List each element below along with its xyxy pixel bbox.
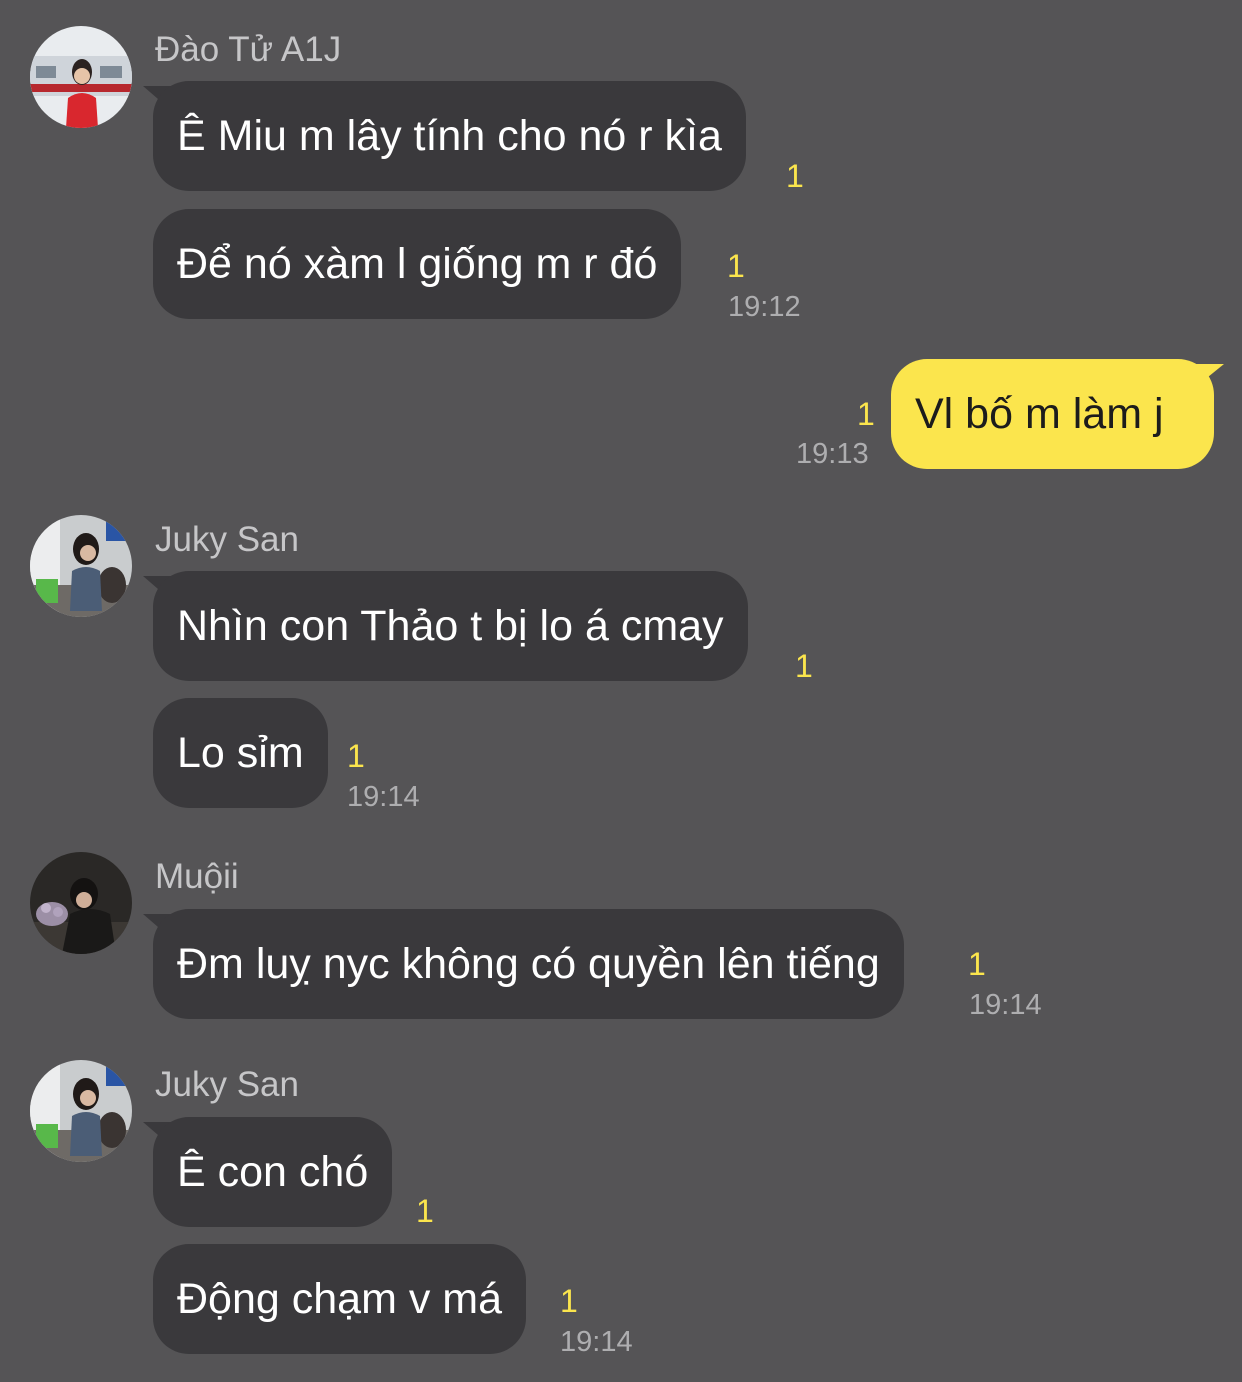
message-bubble[interactable]: Lo sỉm — [153, 698, 328, 808]
user-avatar-icon — [30, 852, 132, 954]
avatar-juky-san[interactable] — [30, 515, 132, 617]
timestamp: 19:12 — [728, 291, 801, 323]
message-bubble[interactable]: Nhìn con Thảo t bị lo á cmay — [153, 571, 748, 681]
message-bubble[interactable]: Ê Miu m lây tính cho nó r kìa — [153, 81, 746, 191]
avatar-juky-san[interactable] — [30, 1060, 132, 1162]
sender-name: Đào Tử A1J — [155, 30, 342, 69]
user-avatar-icon — [30, 26, 132, 128]
sender-name: Juky San — [155, 520, 299, 559]
timestamp: 19:14 — [347, 781, 420, 813]
message-bubble[interactable]: Đm luỵ nyc không có quyền lên tiếng — [153, 909, 904, 1019]
unread-count: 1 — [795, 648, 813, 684]
avatar-muoii[interactable] — [30, 852, 132, 954]
unread-count: 1 — [968, 946, 986, 982]
timestamp: 19:14 — [560, 1326, 633, 1358]
timestamp: 19:14 — [969, 989, 1042, 1021]
message-bubble[interactable]: Ê con chó — [153, 1117, 393, 1227]
message-bubble[interactable]: Động chạm v má — [153, 1244, 527, 1354]
unread-count: 1 — [857, 396, 875, 432]
sender-name: Juky San — [155, 1065, 299, 1104]
unread-count: 1 — [727, 248, 745, 284]
unread-count: 1 — [416, 1193, 434, 1229]
unread-count: 1 — [786, 158, 804, 194]
sender-name: Muộii — [155, 857, 239, 896]
message-bubble[interactable]: Để nó xàm l giống m r đó — [153, 209, 682, 319]
timestamp: 19:13 — [796, 438, 869, 470]
avatar-dao-tu[interactable] — [30, 26, 132, 128]
message-bubble-own[interactable]: Vl bố m làm j — [891, 359, 1214, 469]
user-avatar-icon — [30, 515, 132, 617]
unread-count: 1 — [560, 1283, 578, 1319]
unread-count: 1 — [347, 738, 365, 774]
user-avatar-icon — [30, 1060, 132, 1162]
